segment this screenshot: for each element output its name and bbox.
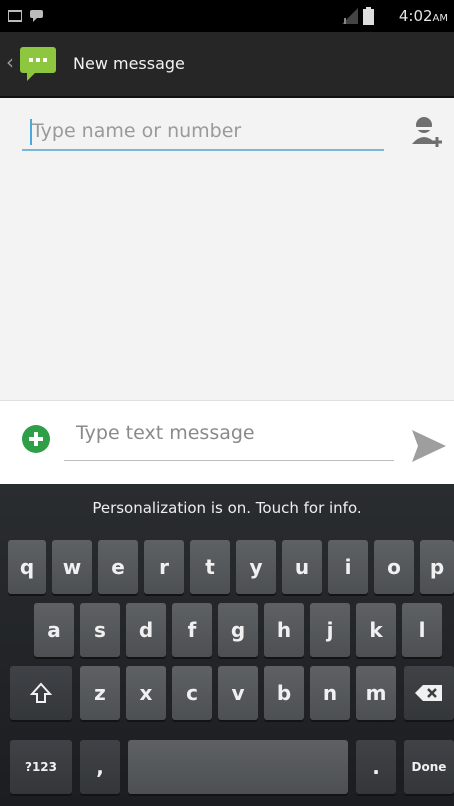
add-contact-icon[interactable]	[410, 114, 444, 150]
period-key[interactable]: .	[356, 740, 396, 794]
key-o[interactable]: o	[374, 540, 414, 594]
key-b[interactable]: b	[264, 666, 304, 720]
add-attachment-icon[interactable]	[22, 425, 50, 453]
messaging-icon[interactable]	[19, 46, 57, 82]
key-f[interactable]: f	[172, 603, 212, 657]
key-y[interactable]: y	[236, 540, 276, 594]
key-g[interactable]: g	[218, 603, 258, 657]
clock: 4:02AM	[398, 7, 448, 25]
key-k[interactable]: k	[356, 603, 396, 657]
key-v[interactable]: v	[218, 666, 258, 720]
screenshot-icon	[8, 10, 22, 22]
key-a[interactable]: a	[34, 603, 74, 657]
shift-icon	[30, 682, 52, 703]
comma-key[interactable]: ,	[80, 740, 120, 794]
space-bar[interactable]	[128, 740, 348, 794]
key-c[interactable]: c	[172, 666, 212, 720]
key-i[interactable]: i	[328, 540, 368, 594]
signal-icon	[342, 8, 358, 24]
key-j[interactable]: j	[310, 603, 350, 657]
key-l[interactable]: l	[402, 603, 442, 657]
key-r[interactable]: r	[144, 540, 184, 594]
key-m[interactable]: m	[356, 666, 396, 720]
key-s[interactable]: s	[80, 603, 120, 657]
shift-key[interactable]	[10, 666, 72, 720]
key-h[interactable]: h	[264, 603, 304, 657]
battery-icon	[363, 7, 374, 25]
key-z[interactable]: z	[80, 666, 120, 720]
key-d[interactable]: d	[126, 603, 166, 657]
key-n[interactable]: n	[310, 666, 350, 720]
keyboard-suggestion-strip[interactable]: Personalization is on. Touch for info.	[0, 484, 454, 532]
recipient-field[interactable]	[22, 117, 394, 151]
action-bar: ‹ New message	[0, 32, 454, 98]
recipient-input[interactable]	[22, 117, 394, 145]
done-key[interactable]: Done	[404, 740, 454, 794]
page-title: New message	[73, 54, 185, 73]
key-p[interactable]: p	[420, 540, 454, 594]
backspace-key[interactable]	[404, 666, 454, 720]
backspace-icon	[415, 685, 442, 701]
key-x[interactable]: x	[126, 666, 166, 720]
key-w[interactable]: w	[52, 540, 92, 594]
status-bar: 4:02AM	[0, 0, 454, 32]
message-input[interactable]	[64, 416, 406, 450]
key-u[interactable]: u	[282, 540, 322, 594]
message-field[interactable]	[64, 416, 406, 461]
chat-notification-icon	[30, 10, 43, 22]
chevron-left-icon[interactable]: ‹	[6, 52, 14, 72]
key-q[interactable]: q	[8, 540, 46, 594]
text-cursor	[30, 119, 32, 145]
key-t[interactable]: t	[190, 540, 230, 594]
send-icon[interactable]	[410, 428, 448, 464]
key-e[interactable]: e	[98, 540, 138, 594]
symbols-key[interactable]: ?123	[10, 740, 72, 794]
